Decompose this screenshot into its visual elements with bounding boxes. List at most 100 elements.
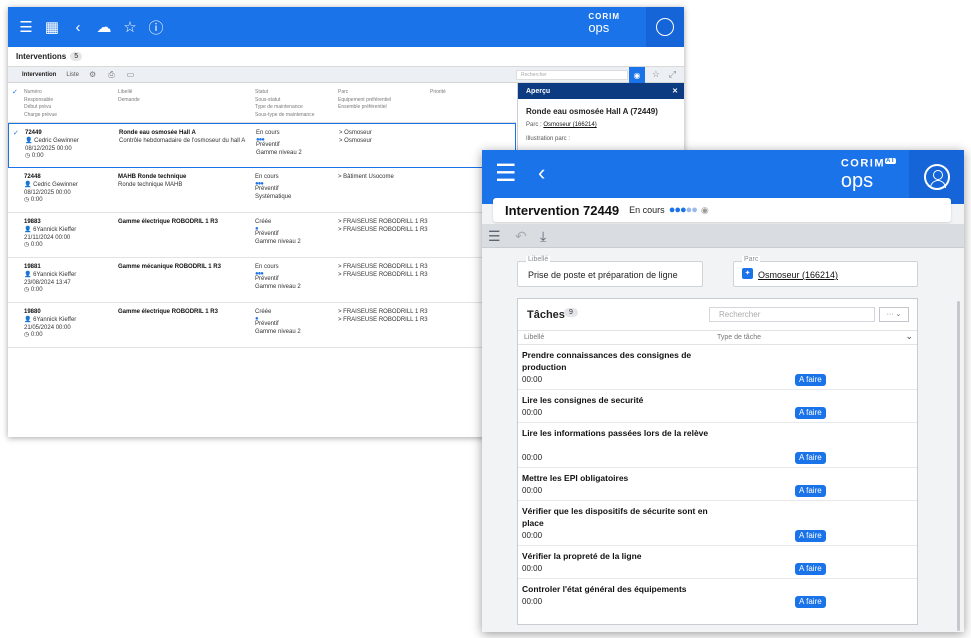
row-number: 19880 — [24, 309, 41, 315]
header-type[interactable]: Type de maintenance — [255, 104, 338, 112]
table-row[interactable]: ✓ 72449 👤 Cedric Gewinner 08/12/2025 00:… — [8, 123, 516, 168]
download-icon[interactable]: ⤓ — [540, 228, 546, 245]
settings-icon[interactable]: ⚙ — [89, 70, 96, 79]
row-parc: > FRAISEUSE ROBODRILL 1 R3 — [338, 219, 428, 225]
user-button[interactable] — [909, 150, 964, 204]
list-item[interactable]: Vérifier que les dispositifs de sécurite… — [518, 501, 917, 546]
favorite-icon[interactable]: ☆ — [652, 69, 660, 80]
task-name: Mettre les EPI obligatoires — [522, 473, 629, 483]
table-row[interactable]: 19883 👤 6Yannick Kieffer 21/11/2024 00:0… — [8, 213, 516, 258]
back-icon[interactable]: ‹ — [538, 161, 545, 185]
row-parc: > Bâtiment Usocome — [338, 174, 394, 180]
star-icon[interactable]: ☆ — [120, 17, 140, 37]
header-responsable[interactable]: Responsable — [24, 97, 118, 105]
libelle-label: Libellé — [526, 256, 551, 263]
list-item[interactable]: Lire les consignes de securité 00:00 A f… — [518, 390, 917, 423]
header-parc[interactable]: Parc — [338, 89, 430, 97]
check-all-icon[interactable]: ✓ — [8, 89, 24, 122]
row-col4: > FRAISEUSE ROBODRILL 1 R3 > FRAISEUSE R… — [338, 309, 430, 347]
row-charge: ◷ 0:00 — [25, 153, 119, 161]
person-icon: 👤 — [24, 316, 34, 323]
header-demande[interactable]: Demande — [118, 97, 255, 105]
list-item[interactable]: Controler l'état général des équipements… — [518, 579, 917, 612]
row-date: 08/12/2025 00:00 — [24, 189, 71, 196]
header-ensemble[interactable]: Ensemble préférentiel — [338, 104, 430, 112]
row-check-cell[interactable] — [8, 219, 24, 257]
status-badge: A faire — [795, 374, 826, 386]
header-sous-statut[interactable]: Sous-statut — [255, 97, 338, 105]
list-item[interactable]: Mettre les EPI obligatoires 00:00 A fair… — [518, 468, 917, 501]
task-name: Prendre connaissances des consignes de p… — [522, 350, 692, 372]
chevron-down-icon[interactable]: ⌄ — [905, 331, 913, 342]
eye-icon[interactable]: ◉ — [629, 67, 645, 83]
list-item[interactable]: Vérifier la propreté de la ligne 00:00 A… — [518, 546, 917, 579]
menu-icon[interactable]: ☰ — [495, 162, 517, 186]
row-col5 — [430, 264, 490, 302]
table-row[interactable]: 19880 👤 6Yannick Kieffer 21/05/2024 00:0… — [8, 303, 516, 348]
list-item[interactable]: Lire les informations passées lors de la… — [518, 423, 917, 468]
detail-toolbar: ☰ ↶ ⤓ — [482, 224, 964, 248]
header-priorite[interactable]: Priorité — [430, 89, 490, 97]
row-col1: 72449 👤 Cedric Gewinner 08/12/2025 00:00… — [25, 130, 119, 167]
row-type: Préventif — [255, 230, 279, 237]
print-icon[interactable]: ⎙ — [108, 70, 114, 80]
help-icon[interactable]: ⓘ — [146, 17, 166, 37]
back-icon[interactable]: ‹ — [68, 17, 88, 37]
tab-liste[interactable]: Liste — [66, 72, 79, 78]
sync-icon[interactable]: ☁ — [94, 17, 114, 37]
table-row[interactable]: 72448 👤 Cedric Gewinner 08/12/2025 00:00… — [8, 168, 516, 213]
row-col4: > FRAISEUSE ROBODRILL 1 R3 > FRAISEUSE R… — [338, 264, 430, 302]
column-type[interactable]: Type de tâche — [717, 334, 761, 341]
tasks-search-input[interactable]: Rechercher — [709, 307, 875, 322]
parc-field[interactable]: Parc ✦ Osmoseur (166214) — [733, 256, 918, 287]
person-icon: 👤 — [24, 181, 34, 188]
task-time: 00:00 — [522, 531, 543, 540]
row-resp-text: Cedric Gewinner — [34, 137, 79, 144]
row-check-cell[interactable] — [8, 264, 24, 302]
row-col3: Créée ● Préventif Gamme niveau 2 — [255, 309, 338, 347]
table-row[interactable]: 19881 👤 6Yannick Kieffer 23/08/2024 13:4… — [8, 258, 516, 303]
menu-icon[interactable]: ☰ — [16, 17, 36, 37]
header-debut[interactable]: Début prévu — [24, 104, 118, 112]
header-equipement[interactable]: Equipement préférentiel — [338, 97, 430, 105]
row-libelle: Gamme électrique ROBODRIL 1 R3 — [118, 309, 218, 315]
grid-icon[interactable]: ▦ — [42, 17, 62, 37]
eye-icon[interactable]: ◉ — [701, 205, 709, 216]
header-libelle[interactable]: Libellé — [118, 89, 255, 97]
task-time: 00:00 — [522, 564, 543, 573]
more-options-button[interactable]: ··· ⌄ — [879, 307, 909, 322]
scrollbar[interactable] — [957, 301, 960, 631]
tab-intervention[interactable]: Intervention — [22, 72, 56, 78]
header-charge[interactable]: Charge prévue — [24, 112, 118, 120]
row-type: Préventif — [255, 320, 279, 327]
row-charge-text: 0:00 — [31, 153, 44, 160]
list-menu-icon[interactable]: ☰ — [488, 228, 501, 245]
preview-parc-link[interactable]: Osmoseur (166214) — [543, 122, 596, 128]
count-badge: 5 — [70, 52, 83, 61]
header-numero[interactable]: Numéro — [24, 89, 118, 97]
expand-icon[interactable]: ⤢ — [669, 69, 676, 80]
search-input[interactable]: Rechercher — [516, 70, 628, 80]
column-libelle[interactable]: Libellé — [524, 334, 544, 341]
task-time: 00:00 — [522, 597, 543, 606]
undo-icon[interactable]: ↶ — [515, 228, 527, 245]
close-icon[interactable]: ✕ — [672, 87, 678, 95]
user-button[interactable] — [646, 7, 684, 47]
header-statut[interactable]: Statut — [255, 89, 338, 97]
row-equipement: > Osmoseur — [339, 137, 372, 144]
row-check-icon[interactable]: ✓ — [9, 130, 25, 167]
row-col1: 19880 👤 6Yannick Kieffer 21/05/2024 00:0… — [24, 309, 118, 347]
row-number: 19881 — [24, 264, 41, 270]
row-check-cell[interactable] — [8, 309, 24, 347]
header-sous-type[interactable]: Sous-type de maintenance — [255, 112, 338, 120]
row-col2: Gamme électrique ROBODRIL 1 R3 — [118, 309, 255, 347]
libelle-field[interactable]: Libellé Prise de poste et préparation de… — [517, 256, 703, 287]
row-libelle: Gamme mécanique ROBODRIL 1 R3 — [118, 264, 221, 270]
status-badge: A faire — [795, 596, 826, 608]
header-col5: Priorité — [430, 89, 490, 122]
folder-icon[interactable]: ▭ — [127, 70, 135, 79]
row-check-cell[interactable] — [8, 174, 24, 212]
brand-app: ops — [840, 169, 874, 192]
list-item[interactable]: Prendre connaissances des consignes de p… — [518, 345, 917, 390]
parc-link[interactable]: Osmoseur (166214) — [758, 270, 838, 280]
